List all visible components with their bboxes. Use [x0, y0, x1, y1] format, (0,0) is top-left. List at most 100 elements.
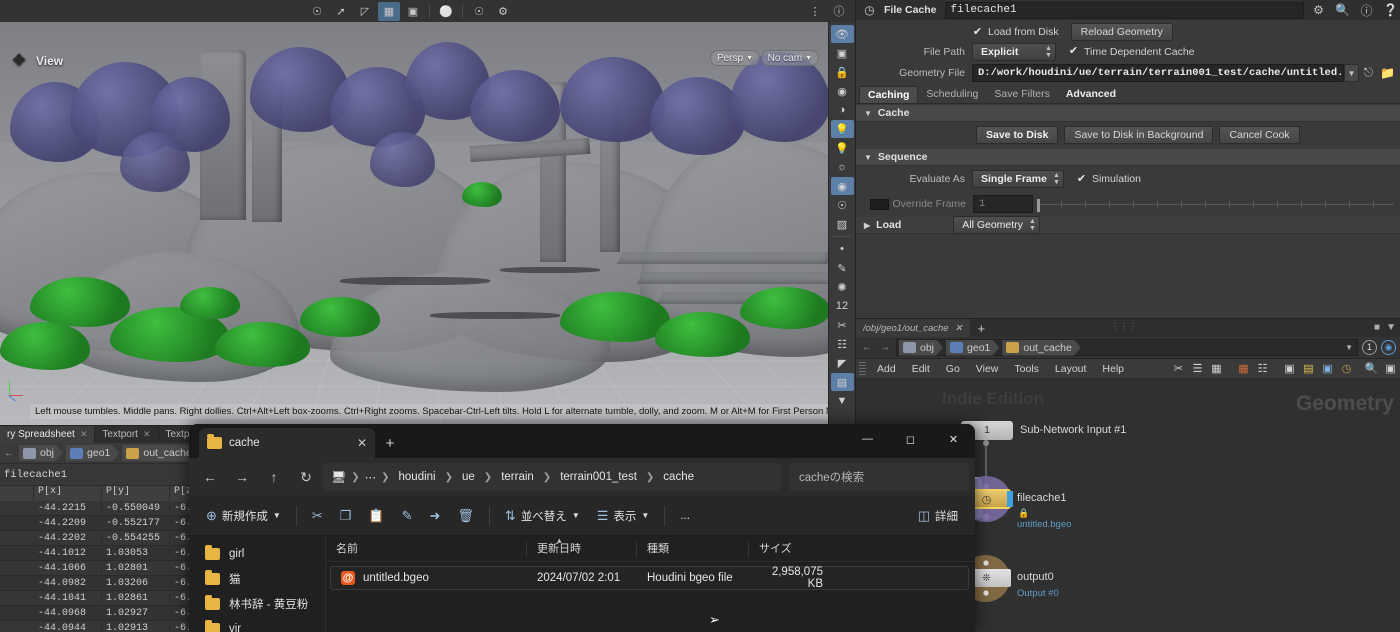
this-pc-icon[interactable]: 🖥 — [331, 470, 346, 484]
lock-camera-icon[interactable]: 🔒 — [831, 63, 854, 81]
breadcrumb-terrain001-test[interactable]: terrain001_test — [556, 469, 641, 485]
note-icon[interactable]: ▣ — [1280, 362, 1299, 375]
back-icon[interactable]: ← — [195, 463, 225, 491]
help-icon[interactable]: ❔ — [1381, 3, 1400, 17]
col-header-size[interactable]: サイズ — [748, 540, 838, 557]
menu-help[interactable]: Help — [1094, 363, 1132, 375]
tab-caching[interactable]: Caching — [859, 86, 919, 103]
new-tab-icon[interactable]: + — [375, 428, 405, 458]
point-light-icon[interactable]: 💡 — [831, 139, 854, 157]
view-tool-icon[interactable]: ◸ — [354, 2, 376, 21]
tab-textport-1[interactable]: Textport ✕ — [95, 426, 159, 443]
point-display-icon[interactable]: • — [831, 240, 854, 258]
layout-grid-icon[interactable]: ☷ — [1253, 362, 1272, 375]
handle-tool-icon[interactable]: ➚ — [330, 2, 352, 21]
cut-button[interactable]: ✂ — [305, 503, 330, 529]
gear-icon[interactable]: ⚙ — [1309, 3, 1328, 17]
chevron-down-icon[interactable]: ▼ — [1345, 343, 1357, 352]
explorer-file-list[interactable]: 名前 更新日時 種類 サイズ ▴ untitled.bgeo 2024/07/0… — [325, 535, 975, 632]
geometry-file-input[interactable]: D:/work/houdini/ue/terrain/terrain001_te… — [972, 63, 1344, 82]
headlight-icon[interactable]: ◉ — [831, 82, 854, 100]
file-path-dropdown[interactable]: Explicit ▲ ▼ — [972, 42, 1056, 61]
settings-tool-icon[interactable]: ⚙ — [492, 2, 514, 21]
menu-tools[interactable]: Tools — [1006, 363, 1047, 375]
search-input[interactable]: cacheの検索 — [789, 463, 969, 491]
camera-tool-icon[interactable]: ☉ — [468, 2, 490, 21]
col-header-type[interactable]: 種類 — [636, 540, 748, 557]
pick-file-icon[interactable]: ⎋ — [1359, 65, 1378, 80]
nav-back-icon[interactable]: ← — [860, 342, 874, 353]
grid-icon[interactable]: ▤ — [830, 373, 854, 391]
breadcrumb-obj[interactable]: obj — [19, 445, 63, 461]
forward-icon[interactable]: → — [227, 463, 257, 491]
sticky-note-icon[interactable]: ▤ — [1299, 362, 1318, 375]
image-icon[interactable]: ▣ — [1318, 362, 1337, 375]
view-button[interactable]: ☰ 表示 ▼ — [590, 503, 657, 529]
tools-icon[interactable]: ✂ — [1169, 362, 1188, 375]
cache-section-header[interactable]: ▼ Cache — [856, 104, 1400, 122]
path-back-icon[interactable]: ← — [2, 448, 16, 459]
chevron-down-icon[interactable]: ▼ — [1386, 322, 1396, 333]
file-explorer-window[interactable]: cache ✕ + — ◻ ✕ ← → ↑ ↻ 🖥 ❯ ⋯ ❯ houdini … — [189, 424, 975, 632]
viewport-persp-dropdown[interactable]: Persp ▼ — [709, 50, 760, 66]
breadcrumb-overflow[interactable]: ⋯ — [365, 470, 377, 484]
sidebar-item-girl[interactable]: girl — [189, 541, 325, 566]
simulation-checkbox[interactable]: ✔ Simulation — [1076, 173, 1141, 185]
menu-go[interactable]: Go — [938, 363, 968, 375]
col-header-date[interactable]: 更新日時 — [526, 540, 636, 557]
snap-tool-icon[interactable]: ▦ — [378, 1, 400, 21]
search-icon[interactable]: 🔍 — [1333, 3, 1352, 17]
select-tool-icon[interactable]: ☉ — [306, 2, 328, 21]
slider-handle[interactable] — [1037, 198, 1040, 212]
close-icon[interactable]: ✕ — [932, 424, 975, 454]
breadcrumb-out-cache[interactable]: out_cache — [1002, 340, 1080, 356]
reload-geometry-button[interactable]: Reload Geometry — [1070, 23, 1173, 41]
breadcrumb-terrain[interactable]: terrain — [497, 469, 538, 485]
material-icon[interactable]: ◉ — [830, 177, 854, 195]
override-frame-input[interactable]: 1 — [973, 195, 1033, 213]
viewport-3d-scene[interactable]: ✥ View Persp ▼ No cam ▼ Left mouse tumbl… — [0, 22, 828, 425]
sidebar-item-neko[interactable]: 猫 — [189, 566, 325, 591]
network-tab[interactable]: /obj/geo1/out_cache ✕ — [856, 319, 970, 337]
render-flag-badge[interactable]: ◉ — [1381, 340, 1396, 355]
new-tab-icon[interactable]: + — [970, 319, 994, 337]
save-to-disk-button[interactable]: Save to Disk — [976, 126, 1059, 144]
up-icon[interactable]: ↑ — [259, 463, 289, 491]
menubar-grip[interactable] — [859, 362, 866, 375]
copy-button[interactable]: ❐ — [333, 503, 359, 529]
explorer-titlebar[interactable]: cache ✕ + — ◻ ✕ — [189, 424, 975, 458]
info-icon[interactable]: ⓘ — [1357, 2, 1376, 19]
spinner-icon[interactable]: ▲ ▼ — [1028, 218, 1037, 232]
time-dependent-cache-checkbox[interactable]: ✔ Time Dependent Cache — [1068, 46, 1195, 58]
spinner-icon[interactable]: ▲ ▼ — [1052, 172, 1061, 186]
display-flag-badge[interactable]: 1 — [1362, 340, 1377, 355]
maximize-pane-icon[interactable]: ■ — [1374, 322, 1380, 333]
load-section-header[interactable]: ▶ Load All Geometry ▲ ▼ — [856, 216, 1400, 234]
lighting-icon[interactable]: ◑ — [831, 101, 854, 119]
paste-button[interactable]: 📋 — [361, 503, 391, 529]
sidebar-item-linshuci[interactable]: 林书辞 - 黄豆粉 — [189, 591, 325, 616]
menu-layout[interactable]: Layout — [1047, 363, 1095, 375]
delete-button[interactable]: 🗑 — [450, 503, 481, 529]
spinner-icon[interactable]: ▲ ▼ — [1044, 45, 1053, 59]
explorer-breadcrumb[interactable]: 🖥 ❯ ⋯ ❯ houdini ❯ ue ❯ terrain ❯ terrain… — [323, 463, 781, 491]
tab-scheduling[interactable]: Scheduling — [918, 86, 986, 103]
col-header-name[interactable]: 名前 — [326, 541, 526, 557]
node-name-input[interactable]: filecache1 — [944, 1, 1304, 19]
visualize-tool-icon[interactable]: ⚪ — [435, 2, 457, 21]
sort-button[interactable]: ⇅ 並べ替え ▼ — [498, 503, 587, 529]
viewport-camera-dropdown[interactable]: No cam ▼ — [760, 50, 819, 66]
scene-light-icon[interactable]: 💡 — [830, 120, 854, 138]
tab-geometry-spreadsheet[interactable]: ry Spreadsheet ✕ — [0, 426, 96, 443]
override-frame-toggle[interactable] — [870, 198, 889, 210]
col-header-py[interactable]: P[y] — [102, 486, 170, 501]
display-options-icon[interactable]: 👁 — [830, 25, 854, 43]
maximize-icon[interactable]: ◻ — [889, 424, 932, 454]
snapshot-icon[interactable]: ▣ — [1381, 362, 1400, 375]
breadcrumb-cache[interactable]: cache — [659, 469, 698, 485]
chevron-down-icon[interactable]: ▼ — [1344, 63, 1359, 82]
sequence-section-header[interactable]: ▼ Sequence — [856, 148, 1400, 166]
menu-edit[interactable]: Edit — [904, 363, 938, 375]
display-tool-icon[interactable]: ▣ — [402, 2, 424, 21]
tab-save-filters[interactable]: Save Filters — [986, 86, 1057, 103]
